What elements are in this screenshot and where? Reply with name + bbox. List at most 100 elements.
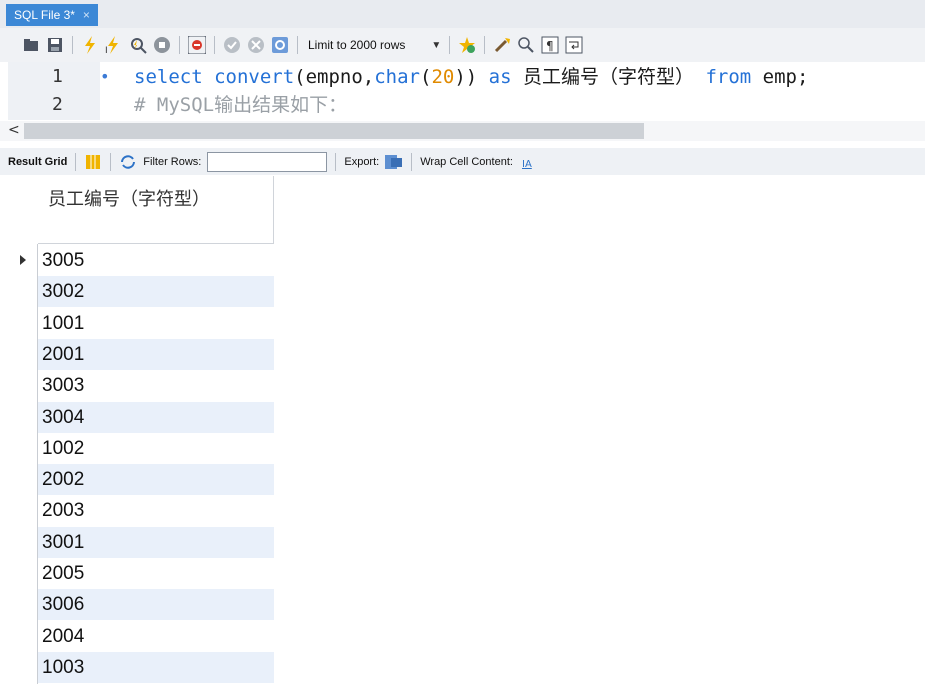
table-row[interactable]: 2003	[8, 495, 274, 526]
table-cell[interactable]: 2004	[38, 621, 274, 652]
filter-rows-input[interactable]	[207, 151, 328, 172]
sql-toolbar: I Limit to 2000 rows ▼ ¶	[0, 28, 925, 62]
row-marker[interactable]	[8, 589, 38, 620]
save-icon[interactable]	[46, 36, 64, 54]
table-row[interactable]: 3005	[8, 245, 274, 276]
column-header[interactable]: 员工编号（字符型）	[38, 176, 274, 244]
code-token: select	[134, 66, 215, 88]
row-marker[interactable]	[8, 370, 38, 401]
code-token: # MySQL输出结果如下：	[134, 94, 348, 116]
svg-text:I: I	[105, 46, 108, 54]
table-cell[interactable]: 3006	[38, 589, 274, 621]
code-token: ))	[454, 66, 489, 88]
table-cell[interactable]: 1003	[38, 651, 274, 683]
table-row[interactable]: 2004	[8, 621, 274, 652]
table-row[interactable]: 2005	[8, 558, 274, 589]
table-cell[interactable]: 2002	[38, 464, 274, 496]
wrap-cell-label: Wrap Cell Content:	[420, 155, 513, 168]
row-marker[interactable]	[8, 652, 38, 683]
close-tab-icon[interactable]: ×	[83, 4, 90, 26]
table-row[interactable]: 2001	[8, 338, 274, 370]
table-cell[interactable]: 2005	[38, 558, 274, 589]
row-marker[interactable]	[8, 276, 38, 307]
row-marker[interactable]	[8, 464, 38, 495]
execute-current-icon[interactable]: I	[105, 36, 123, 54]
table-row[interactable]: 1003	[8, 651, 274, 683]
code-text: select convert(empno,char(20)) as 员工编号（字…	[134, 64, 808, 90]
code-token: as	[488, 66, 523, 88]
wrap-cell-icon[interactable]: IA	[519, 153, 537, 171]
commit-icon[interactable]	[223, 36, 241, 54]
toolbar-separator	[179, 36, 180, 54]
refresh-icon[interactable]	[119, 153, 137, 171]
table-cell[interactable]: 3003	[38, 370, 274, 401]
invisible-chars-icon[interactable]: ¶	[541, 36, 559, 54]
svg-text:¶: ¶	[546, 39, 554, 53]
table-row[interactable]: 1002	[8, 433, 274, 464]
rollback-icon[interactable]	[247, 36, 265, 54]
code-text: # MySQL输出结果如下：	[134, 92, 347, 118]
table-cell[interactable]: 1001	[38, 308, 274, 339]
table-row[interactable]: 1001	[8, 308, 274, 339]
word-wrap-icon[interactable]	[565, 36, 583, 54]
row-marker[interactable]	[8, 621, 38, 652]
code-token: convert	[214, 66, 295, 88]
execute-icon[interactable]	[81, 36, 99, 54]
row-marker[interactable]	[8, 339, 38, 370]
row-marker[interactable]	[8, 402, 38, 433]
horizontal-scrollbar[interactable]: <	[0, 121, 925, 141]
filter-rows-label: Filter Rows:	[143, 155, 202, 168]
table-row[interactable]: 2002	[8, 464, 274, 496]
editor-tab-bar: SQL File 3* ×	[0, 0, 925, 28]
beautify-icon[interactable]	[493, 36, 511, 54]
table-row[interactable]: 3006	[8, 589, 274, 621]
code-token: 20	[431, 66, 455, 88]
export-icon[interactable]	[385, 153, 403, 171]
table-cell[interactable]: 3002	[38, 276, 274, 308]
result-toolbar: Result Grid Filter Rows: Export: Wrap Ce…	[0, 148, 925, 175]
table-row[interactable]: 3003	[8, 370, 274, 401]
row-marker[interactable]	[8, 527, 38, 558]
row-marker[interactable]	[8, 433, 38, 464]
table-cell[interactable]: 2001	[38, 338, 274, 370]
code-token: emp;	[762, 66, 809, 88]
table-row[interactable]: 3001	[8, 526, 274, 558]
row-marker[interactable]	[8, 308, 38, 339]
table-cell[interactable]: 1002	[38, 433, 274, 464]
table-row[interactable]: 3004	[8, 401, 274, 433]
explain-icon[interactable]	[129, 36, 147, 54]
grid-view-icon[interactable]	[84, 153, 102, 171]
table-cell[interactable]: 3001	[38, 526, 274, 558]
toggle-output-icon[interactable]	[188, 36, 206, 54]
table-row[interactable]: 3002	[8, 276, 274, 308]
table-cell[interactable]: 2003	[38, 495, 274, 526]
toolbar-separator	[75, 152, 77, 171]
stop-icon[interactable]	[153, 36, 171, 54]
open-folder-icon[interactable]	[22, 36, 40, 54]
code-line-2: 2 # MySQL输出结果如下：	[0, 92, 925, 118]
add-snippet-icon[interactable]	[458, 36, 476, 54]
find-icon[interactable]	[517, 36, 535, 54]
toolbar-separator	[449, 36, 451, 54]
tab-sql-file[interactable]: SQL File 3* ×	[6, 4, 98, 26]
row-marker[interactable]	[8, 245, 38, 276]
scrollbar-thumb[interactable]	[24, 123, 644, 139]
scroll-left-icon[interactable]: <	[8, 122, 20, 138]
statement-marker-icon: •	[100, 67, 110, 86]
limit-rows-select[interactable]: Limit to 2000 rows ▼	[308, 38, 441, 52]
row-marker[interactable]	[8, 495, 38, 526]
limit-rows-label: Limit to 2000 rows	[308, 38, 406, 52]
row-marker[interactable]	[8, 558, 38, 589]
autocommit-icon[interactable]	[271, 36, 289, 54]
toolbar-separator	[335, 152, 337, 171]
line-number: 1	[52, 66, 63, 87]
toolbar-separator	[411, 152, 413, 171]
current-row-icon	[20, 255, 26, 265]
table-cell[interactable]: 3004	[38, 401, 274, 433]
table-cell[interactable]: 3005	[38, 245, 274, 276]
code-token: 员工编号（字符型）	[523, 66, 706, 88]
toolbar-separator	[214, 36, 215, 54]
toolbar-separator	[297, 36, 298, 54]
result-grid-tab[interactable]: Result Grid	[8, 156, 67, 168]
sql-editor[interactable]: 1 • select convert(empno,char(20)) as 员工…	[0, 62, 925, 120]
